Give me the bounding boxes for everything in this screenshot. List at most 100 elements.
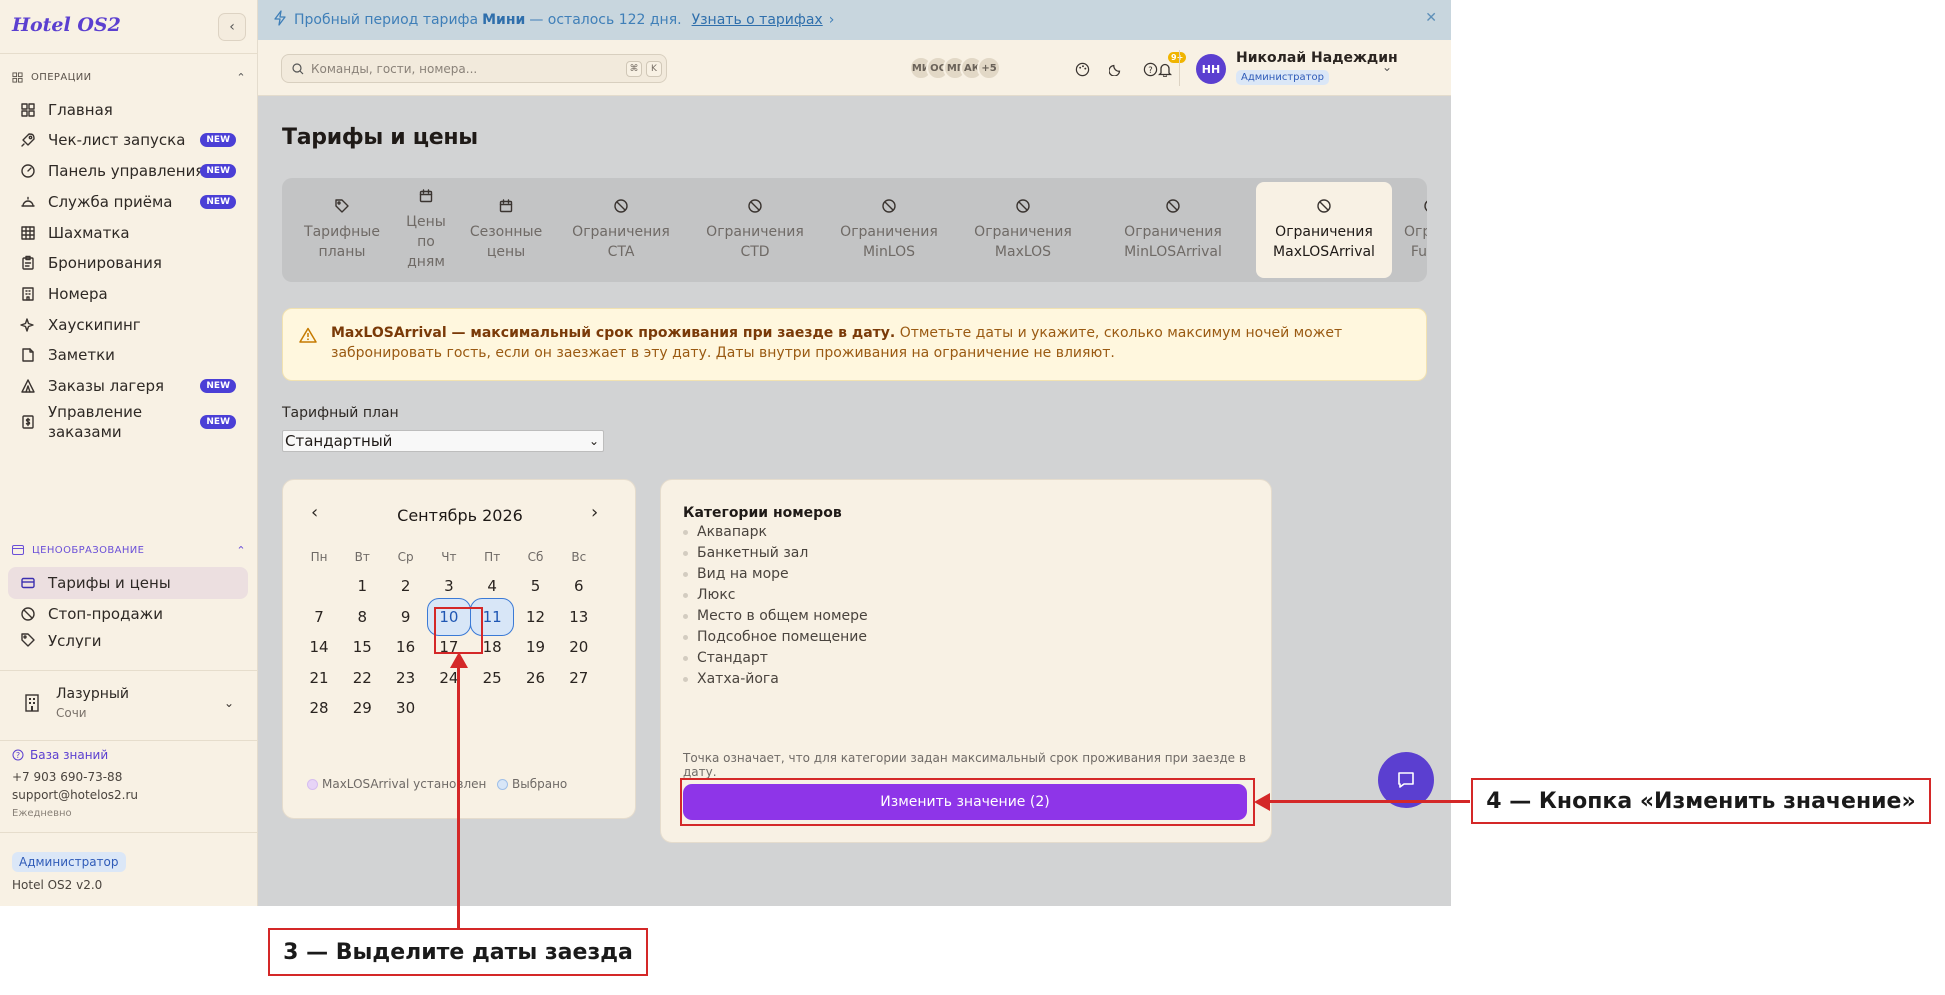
tab-label: MinLOS [862, 244, 916, 260]
category-name: Хатха-йога [697, 671, 779, 687]
calendar-day[interactable]: 27 [557, 659, 601, 697]
collapse-sidebar-button[interactable]: ‹ [218, 13, 246, 41]
tab-3[interactable]: Ограничения CTA [554, 182, 688, 278]
tab-5[interactable]: Ограничения MinLOS [822, 182, 956, 278]
weekday-label: Чт [441, 550, 457, 564]
ban-icon [1165, 198, 1181, 220]
support-schedule: Ежедневно [12, 808, 72, 819]
sidebar-item-9[interactable]: Заказы лагеря NEW [8, 370, 248, 402]
sidebar-item-10[interactable]: Управление заказами NEW [8, 400, 248, 444]
tab-4[interactable]: Ограничения CTD [688, 182, 822, 278]
calendar-day[interactable]: 25 [470, 659, 514, 697]
knowledge-base-link[interactable]: ? База знаний [12, 748, 108, 762]
bell-icon [20, 194, 36, 210]
calendar-month: Сентябрь 2026 [397, 506, 523, 525]
tabs-bar: Тарифные планы Цены по дням Сезонные цены Огран… [282, 178, 1427, 282]
list-item: Люкс [683, 587, 735, 603]
user-name[interactable]: Николай Надеждин [1236, 50, 1398, 66]
sidebar-pricing-item-1[interactable]: Стоп-продажи [8, 598, 248, 630]
bullet-dot [683, 550, 688, 556]
sidebar-item-label: Главная [48, 101, 113, 119]
info-alert: MaxLOSArrival — максимальный срок прожив… [282, 308, 1427, 381]
sidebar-item-4[interactable]: Шахматка [8, 217, 248, 249]
divider [1179, 50, 1180, 86]
tab-9[interactable]: Ограни FullPa [1386, 182, 1427, 278]
calendar-day[interactable]: 30 [384, 689, 428, 727]
tab-label: Цены [406, 214, 446, 230]
card-icon [12, 545, 24, 555]
sidebar-pricing-item-0[interactable]: Тарифы и цены [8, 567, 248, 599]
chevron-up-icon: ⌃ [236, 70, 246, 84]
bullet-dot [683, 676, 688, 682]
ban-icon [1423, 198, 1427, 220]
user-avatar[interactable]: НН [1196, 54, 1226, 84]
tag-icon [20, 632, 36, 648]
new-badge: NEW [200, 133, 236, 147]
avatar-more[interactable]: +5 [977, 56, 1001, 80]
section-pricing[interactable]: ЦЕНООБРАЗОВАНИЕ ⌃ [12, 542, 246, 558]
calendar-day[interactable]: 26 [514, 659, 558, 697]
sidebar-item-label: Служба приёма [48, 193, 173, 211]
tab-0[interactable]: Тарифные планы [286, 182, 398, 278]
chevron-down-icon[interactable]: ⌄ [1382, 60, 1392, 74]
bullet-dot [683, 571, 688, 577]
weekday-label: Пн [310, 550, 328, 564]
theme-toggle[interactable] [1103, 56, 1129, 82]
ban-icon [747, 198, 763, 220]
next-month-button[interactable]: › [591, 502, 598, 523]
plan-label: Тарифный план [282, 405, 399, 421]
divider [0, 53, 258, 54]
bullet-dot [683, 592, 688, 598]
note-icon [20, 347, 36, 363]
sidebar-item-label: Хаускипинг [48, 316, 141, 334]
page-title: Тарифы и цены [282, 125, 478, 150]
sidebar-item-1[interactable]: Чек-лист запуска NEW [8, 124, 248, 156]
calendar-day[interactable]: 28 [297, 689, 341, 727]
divider [0, 740, 258, 741]
section-label: ОПЕРАЦИИ [31, 71, 92, 83]
tab-7[interactable]: Ограничения MinLOSArrival [1090, 182, 1256, 278]
sidebar-pricing-item-2[interactable]: Услуги [8, 628, 248, 648]
tab-6[interactable]: Ограничения MaxLOS [956, 182, 1090, 278]
help-circle-icon: ? [12, 749, 24, 761]
moon-icon [1109, 64, 1121, 76]
sidebar-item-label: Панель управления [48, 162, 205, 180]
tab-label: CTA [607, 244, 635, 260]
sidebar-item-5[interactable]: Бронирования [8, 247, 248, 279]
online-users[interactable]: МИ ОС МГ АК +5 [909, 56, 1001, 80]
sidebar-item-6[interactable]: Номера [8, 278, 248, 310]
close-icon[interactable]: ✕ [1425, 10, 1437, 26]
sidebar-item-0[interactable]: Главная [8, 94, 248, 126]
tab-label: планы [318, 244, 366, 260]
tab-label: Ограничения [1124, 224, 1222, 240]
tab-label: Ограничения [974, 224, 1072, 240]
section-operations[interactable]: ОПЕРАЦИИ ⌃ [12, 69, 246, 85]
tab-label: Сезонные [469, 224, 543, 240]
palette-button[interactable] [1069, 56, 1095, 82]
search-input[interactable]: Команды, гости, номера... ⌘ K [281, 54, 667, 83]
tab-8[interactable]: Ограничения MaxLOSArrival [1256, 182, 1392, 278]
category-name: Место в общем номере [697, 608, 868, 624]
callout-step3: 3 — Выделите даты заезда [268, 928, 648, 976]
sidebar-item-label: Шахматка [48, 224, 130, 242]
hotel-switcher[interactable]: Лазурный Сочи ⌄ [20, 686, 236, 730]
sidebar-item-2[interactable]: Панель управления NEW [8, 155, 248, 187]
sidebar-item-7[interactable]: Хаускипинг [8, 309, 248, 341]
plan-select[interactable]: Стандартный ⌄ [282, 430, 604, 452]
tab-2[interactable]: Сезонные цены [456, 182, 556, 278]
sidebar-item-3[interactable]: Служба приёма NEW [8, 186, 248, 218]
list-item: Хатха-йога [683, 671, 779, 687]
pricing-link[interactable]: Узнать о тарифах [692, 12, 823, 28]
support-email[interactable]: support@hotelos2.ru [12, 788, 138, 802]
tab-label: Ограничения [840, 224, 938, 240]
calendar-day[interactable]: 29 [340, 689, 384, 727]
new-badge: NEW [200, 195, 236, 209]
sidebar-item-label: Заказы лагеря [48, 377, 165, 395]
category-name: Стандарт [697, 650, 768, 666]
tab-1[interactable]: Цены по дням [396, 182, 456, 278]
sidebar-item-8[interactable]: Заметки [8, 339, 248, 371]
list-item: Стандарт [683, 650, 768, 666]
support-phone[interactable]: +7 903 690-73-88 [12, 770, 122, 784]
notifications-button[interactable]: 9+ [1152, 52, 1187, 82]
bullet-dot [683, 655, 688, 661]
